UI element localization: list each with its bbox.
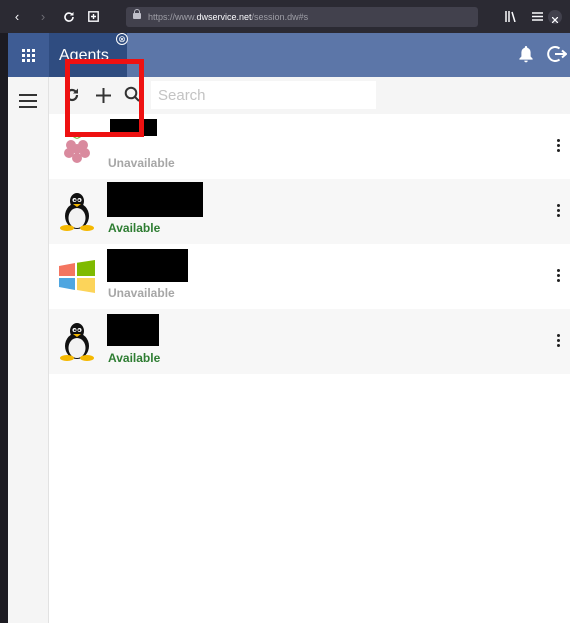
menu-button[interactable]: [530, 8, 544, 26]
more-options-icon[interactable]: [557, 334, 561, 348]
url-host: dwservice.net: [196, 12, 252, 22]
search-input[interactable]: [151, 81, 376, 109]
left-rail: [8, 77, 49, 623]
hamburger-icon[interactable]: [19, 94, 37, 108]
search-icon[interactable]: [124, 86, 140, 102]
logout-icon[interactable]: [547, 44, 567, 64]
back-button[interactable]: ‹: [10, 8, 24, 26]
refresh-icon[interactable]: [64, 87, 80, 103]
tab-agents-label: Agents: [59, 47, 109, 64]
redacted-agent-name: [107, 182, 203, 217]
agent-row[interactable]: Available: [49, 179, 570, 244]
redacted-agent-name: [107, 314, 159, 346]
app-header: Agents ⊗: [8, 33, 570, 77]
bell-icon[interactable]: [519, 45, 533, 63]
close-icon: [551, 16, 559, 24]
url-prefix: https://www.: [148, 12, 197, 22]
library-icon: [505, 11, 516, 23]
more-options-icon[interactable]: [557, 139, 561, 153]
reload-button[interactable]: [62, 8, 76, 26]
more-options-icon[interactable]: [557, 269, 561, 283]
agent-status: Available: [108, 221, 161, 235]
browser-window: ‹ › https://www.dwservice.net/session.dw…: [0, 0, 570, 623]
redacted-agent-name: [107, 249, 188, 282]
library-button[interactable]: [504, 8, 518, 26]
apps-menu-button[interactable]: [8, 33, 49, 77]
agent-status: Available: [108, 351, 161, 365]
add-agent-icon[interactable]: [95, 87, 112, 104]
pocket-button[interactable]: [86, 8, 100, 26]
lock-icon: [133, 9, 141, 19]
address-bar[interactable]: https://www.dwservice.net/session.dw#s: [126, 7, 478, 27]
tab-close-icon[interactable]: ⊗: [116, 33, 128, 45]
agent-row[interactable]: Unavailable: [49, 244, 570, 309]
more-options-icon[interactable]: [557, 204, 561, 218]
grid-icon: [22, 49, 35, 62]
redacted-agent-name: [110, 119, 157, 136]
tab-overview-icon: [87, 11, 99, 22]
windows-icon: [59, 260, 95, 293]
agent-row[interactable]: Available: [49, 309, 570, 374]
agent-status: Unavailable: [108, 286, 175, 300]
agents-toolbar: [49, 77, 570, 114]
raspberry-pi-icon: [64, 134, 90, 163]
url-path: /session.dw#s: [251, 12, 309, 22]
agent-row[interactable]: Unavailable: [49, 114, 570, 179]
linux-tux-icon: [60, 323, 94, 361]
browser-toolbar: ‹ › https://www.dwservice.net/session.dw…: [0, 0, 570, 33]
dwservice-app: Agents ⊗ Unavailable: [8, 33, 570, 623]
close-window-button[interactable]: [548, 10, 562, 24]
linux-tux-icon: [60, 193, 94, 231]
agent-status: Unavailable: [108, 156, 175, 170]
reload-icon: [64, 12, 74, 22]
hamburger-menu-icon: [531, 12, 543, 21]
forward-button[interactable]: ›: [36, 8, 50, 26]
